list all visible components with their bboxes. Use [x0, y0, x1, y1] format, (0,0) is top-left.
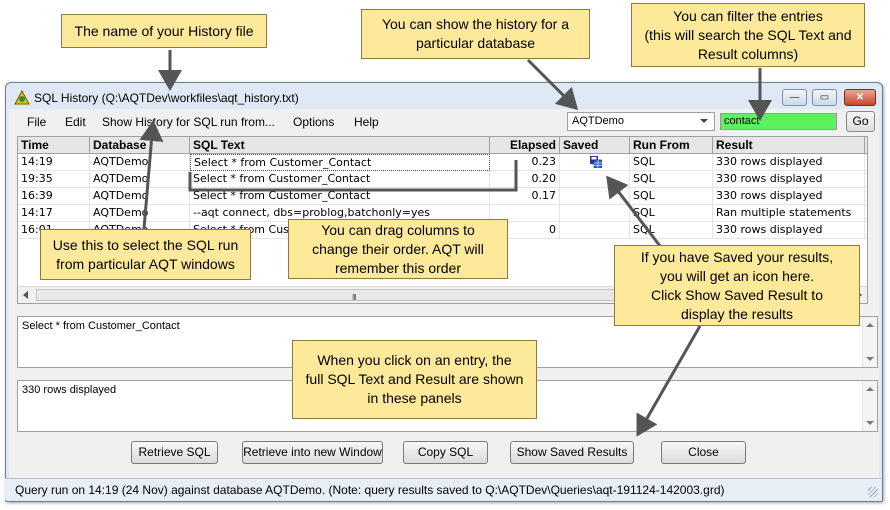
cell-saved	[560, 205, 630, 222]
cell-time: 16:39	[18, 188, 90, 205]
menu-show-history-for-sql-run-from[interactable]: Show History for SQL run from...	[102, 115, 275, 129]
callout-click-entry: When you click on an entry, the full SQL…	[292, 340, 537, 419]
cell-elapsed: 0.23	[490, 154, 560, 171]
cell-saved	[560, 188, 630, 205]
column-header-saved[interactable]: Saved	[560, 137, 630, 154]
callout-particular-database: You can show the history for a particula…	[361, 9, 590, 59]
scroll-grip: III	[352, 293, 357, 302]
column-header-run-from[interactable]: Run From	[630, 137, 713, 154]
close-window-button[interactable]: ✕	[844, 89, 876, 106]
cell-database: AQTDemo	[90, 188, 190, 205]
close-button[interactable]: Close	[661, 441, 746, 464]
menu-options[interactable]: Options	[293, 115, 334, 129]
filter-input[interactable]: contact	[720, 113, 837, 130]
callout-drag-columns-text: You can drag columns to change their ord…	[312, 221, 484, 276]
cell-elapsed: 0.17	[490, 188, 560, 205]
cell-run-from: SQL	[630, 154, 713, 171]
grid-header: Time Database SQL Text Elapsed Saved Run…	[18, 137, 867, 154]
callout-click-entry-text: When you click on an entry, the full SQL…	[305, 352, 524, 406]
cell-sql: Select * from Customer_Contact	[190, 171, 490, 188]
chevron-down-icon	[700, 119, 708, 123]
saved-result-icon[interactable]	[590, 156, 602, 168]
cell-sql: Select * from Customer_Contact	[190, 188, 490, 205]
column-header-elapsed[interactable]: Elapsed	[490, 137, 560, 154]
maximize-button[interactable]: ▭	[812, 89, 837, 106]
callout-select-sql-run: Use this to select the SQL run from part…	[40, 229, 251, 280]
column-header-extra[interactable]: D	[865, 137, 867, 154]
cell-result: Ran multiple statements	[713, 205, 865, 222]
aqt-app-icon	[14, 90, 30, 105]
cell-sql: Select * from Customer_Contact	[190, 154, 490, 171]
sql-text-value: Select * from Customer_Contact	[22, 320, 180, 332]
scroll-up-icon[interactable]	[866, 323, 874, 327]
cell-extra: 2	[865, 171, 867, 188]
cell-result: 330 rows displayed	[713, 188, 865, 205]
minimize-button[interactable]: —	[782, 89, 807, 106]
cell-time: 14:19	[18, 154, 90, 171]
column-header-time[interactable]: Time	[18, 137, 90, 154]
cell-extra: 2	[865, 205, 867, 222]
database-select-value: AQTDemo	[572, 115, 624, 127]
cell-time: 14:17	[18, 205, 90, 222]
result-text-value: 330 rows displayed	[22, 384, 117, 396]
resize-grip-icon[interactable]	[868, 487, 878, 497]
menu-edit[interactable]: Edit	[65, 115, 86, 129]
title-bar[interactable]: SQL History (Q:\AQTDev\workfiles\aqt_his…	[6, 83, 882, 109]
cell-result: 330 rows displayed	[713, 222, 865, 239]
sql-panel-scrollbar[interactable]	[862, 317, 877, 367]
cell-run-from: SQL	[630, 222, 713, 239]
cell-run-from: SQL	[630, 205, 713, 222]
cell-run-from: SQL	[630, 188, 713, 205]
window-title: SQL History (Q:\AQTDev\workfiles\aqt_his…	[34, 91, 299, 105]
cell-run-from: SQL	[630, 171, 713, 188]
column-header-result[interactable]: Result	[713, 137, 865, 154]
callout-filter-entries-text: You can filter the entries (this will se…	[644, 7, 852, 62]
table-row[interactable]: 14:19 AQTDemo Select * from Customer_Conta…	[18, 154, 867, 171]
callout-select-sql-run-text: Use this to select the SQL run from part…	[52, 236, 239, 272]
status-bar: Query run on 14:19 (24 Nov) against data…	[5, 478, 881, 500]
callout-saved-results-text: If you have Saved your results, you will…	[640, 248, 834, 322]
cell-result: 330 rows displayed	[713, 171, 865, 188]
callout-drag-columns: You can drag columns to change their ord…	[288, 219, 508, 279]
cell-extra: 2	[865, 188, 867, 205]
status-text: Query run on 14:19 (24 Nov) against data…	[15, 483, 725, 497]
cell-database: AQTDemo	[90, 205, 190, 222]
scroll-thumb[interactable]: III	[36, 289, 686, 302]
cell-time: 19:35	[18, 171, 90, 188]
column-header-database[interactable]: Database	[90, 137, 190, 154]
cell-saved	[560, 222, 630, 239]
cell-extra: 2	[865, 154, 867, 171]
retrieve-sql-button[interactable]: Retrieve SQL	[131, 441, 218, 464]
menu-file[interactable]: File	[27, 115, 46, 129]
cell-database: AQTDemo	[90, 154, 190, 171]
go-button[interactable]: Go	[846, 111, 875, 132]
callout-saved-results: If you have Saved your results, you will…	[614, 245, 860, 326]
scroll-down-icon[interactable]	[866, 421, 874, 425]
copy-sql-button[interactable]: Copy SQL	[403, 441, 488, 464]
callout-filter-entries: You can filter the entries (this will se…	[631, 3, 865, 67]
cell-database: AQTDemo	[90, 171, 190, 188]
menu-bar: File Edit Show History for SQL run from.…	[9, 109, 879, 135]
cell-elapsed: 0.20	[490, 171, 560, 188]
result-panel-scrollbar[interactable]	[862, 381, 877, 431]
database-select[interactable]: AQTDemo	[567, 112, 715, 131]
callout-history-file: The name of your History file	[61, 14, 267, 48]
cell-saved	[560, 171, 630, 188]
callout-particular-database-text: You can show the history for a particula…	[381, 16, 570, 51]
cell-extra: 2	[865, 222, 867, 239]
menu-help[interactable]: Help	[354, 115, 379, 129]
table-row[interactable]: 16:39 AQTDemo Select * from Customer_Conta…	[18, 188, 867, 205]
retrieve-into-new-window-button[interactable]: Retrieve into new Window	[242, 441, 383, 464]
callout-history-file-text: The name of your History file	[74, 22, 254, 39]
table-row[interactable]: 19:35 AQTDemo Select * from Customer_Conta…	[18, 171, 867, 188]
cell-saved	[560, 154, 630, 171]
scroll-left-icon[interactable]	[23, 291, 28, 299]
scroll-up-icon[interactable]	[866, 387, 874, 391]
scroll-down-icon[interactable]	[866, 357, 874, 361]
cell-result: 330 rows displayed	[713, 154, 865, 171]
show-saved-results-button[interactable]: Show Saved Results	[510, 441, 634, 464]
filter-input-value: contact	[724, 115, 760, 127]
column-header-sql-text[interactable]: SQL Text	[190, 137, 490, 154]
